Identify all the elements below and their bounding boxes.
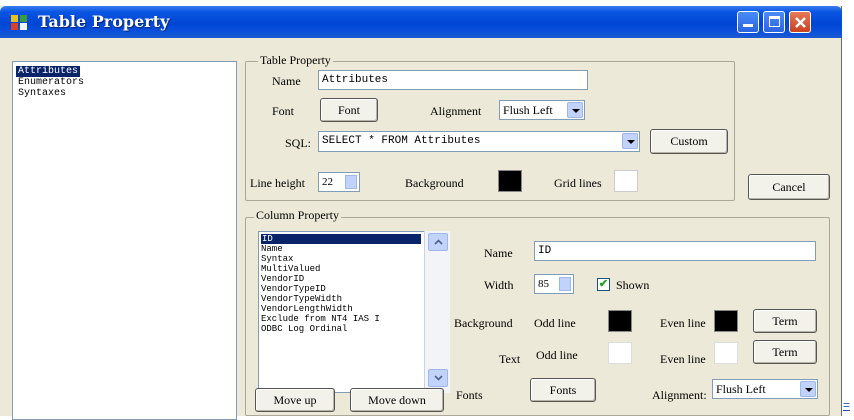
- table-alignment-select[interactable]: Flush Left: [499, 100, 585, 120]
- table-property-group-title: Table Property: [258, 53, 333, 68]
- close-button[interactable]: [789, 11, 811, 33]
- scroll-down-button[interactable]: [428, 369, 448, 387]
- table-list[interactable]: Attributes Enumerators Syntaxes: [12, 61, 237, 420]
- column-list-scrollbar[interactable]: [424, 231, 450, 393]
- fonts-label: Fonts: [456, 388, 483, 402]
- table-list-item[interactable]: Attributes: [16, 66, 81, 77]
- table-alignment-label: Alignment: [430, 104, 482, 118]
- minimize-icon: [743, 24, 753, 27]
- table-font-button[interactable]: Font: [320, 98, 378, 122]
- background-odd-line-label: Odd line: [534, 316, 576, 330]
- sql-combobox[interactable]: SELECT * FROM Attributes: [318, 131, 640, 152]
- column-property-group-title: Column Property: [254, 208, 341, 223]
- move-down-button[interactable]: Move down: [350, 388, 444, 412]
- table-list-item[interactable]: Enumerators: [16, 77, 86, 88]
- chevron-up-icon: [434, 239, 443, 245]
- spinner-arrows-icon[interactable]: [559, 277, 571, 291]
- column-list-item[interactable]: ID: [261, 234, 421, 244]
- text-even-line-label: Even line: [660, 352, 706, 366]
- column-list-item[interactable]: VendorLengthWidth: [261, 304, 353, 314]
- line-height-spinner[interactable]: 22: [318, 172, 360, 192]
- line-height-value: 22: [322, 176, 333, 188]
- column-background-label: Background: [454, 316, 513, 330]
- text-odd-line-label: Odd line: [536, 348, 578, 362]
- table-alignment-value: Flush Left: [503, 103, 553, 117]
- chevron-down-icon[interactable]: [567, 102, 583, 118]
- table-background-swatch[interactable]: [498, 170, 522, 192]
- text-odd-line-swatch[interactable]: [608, 342, 632, 364]
- cancel-button[interactable]: Cancel: [748, 174, 830, 200]
- custom-button[interactable]: Custom: [650, 129, 728, 154]
- column-list-item[interactable]: VendorID: [261, 274, 304, 284]
- move-up-button[interactable]: Move up: [255, 388, 335, 412]
- grid-lines-swatch[interactable]: [614, 170, 638, 192]
- column-list-item[interactable]: MultiValued: [261, 264, 320, 274]
- table-name-input[interactable]: Attributes: [318, 70, 588, 90]
- text-even-line-swatch[interactable]: [714, 342, 738, 364]
- spinner-arrows-icon[interactable]: [345, 175, 357, 189]
- table-property-window: Table Property Attributes Enumerators Sy…: [0, 6, 842, 420]
- shown-checkbox[interactable]: ✔: [597, 278, 610, 291]
- checkmark-icon: ✔: [598, 278, 609, 290]
- column-list-item[interactable]: ODBC Log Ordinal: [261, 324, 347, 334]
- column-width-label: Width: [484, 278, 514, 292]
- table-background-label: Background: [405, 176, 464, 190]
- background-even-line-swatch[interactable]: [714, 310, 738, 332]
- column-list[interactable]: ID Name Syntax MultiValued VendorID Vend…: [258, 231, 450, 393]
- chevron-down-icon: [434, 375, 443, 381]
- scroll-up-button[interactable]: [428, 233, 448, 251]
- column-alignment-value: Flush Left: [716, 382, 766, 396]
- column-list-item[interactable]: Name: [261, 244, 283, 254]
- chevron-down-icon[interactable]: [800, 381, 816, 397]
- shown-label: Shown: [616, 278, 650, 292]
- page-link[interactable]: =: [843, 398, 850, 412]
- line-height-label: Line height: [250, 176, 305, 190]
- maximize-button[interactable]: [763, 11, 785, 33]
- sql-label: SQL:: [285, 136, 312, 150]
- background-odd-line-swatch[interactable]: [608, 310, 632, 332]
- maximize-icon: [769, 16, 780, 27]
- column-name-label: Name: [484, 246, 513, 260]
- background-even-line-label: Even line: [660, 316, 706, 330]
- column-text-label: Text: [499, 352, 521, 366]
- minimize-button[interactable]: [737, 11, 759, 33]
- column-width-value: 85: [538, 278, 549, 290]
- column-list-item[interactable]: Syntax: [261, 254, 293, 264]
- table-name-label: Name: [272, 74, 301, 88]
- table-list-item[interactable]: Syntaxes: [16, 88, 68, 99]
- sql-value: SELECT * FROM Attributes: [322, 135, 481, 147]
- title-bar[interactable]: Table Property: [0, 6, 842, 38]
- column-list-item[interactable]: Exclude from NT4 IAS I: [261, 314, 380, 324]
- grid-lines-label: Grid lines: [554, 176, 602, 190]
- text-term-button[interactable]: Term: [753, 340, 817, 364]
- column-alignment-label: Alignment:: [652, 388, 707, 402]
- table-font-label: Font: [272, 104, 295, 118]
- column-alignment-select[interactable]: Flush Left: [712, 379, 818, 399]
- fonts-button[interactable]: Fonts: [530, 378, 596, 402]
- column-width-spinner[interactable]: 85: [534, 274, 574, 294]
- background-term-button[interactable]: Term: [753, 309, 817, 333]
- close-icon: [795, 17, 806, 28]
- app-icon: [11, 15, 27, 30]
- chevron-down-icon[interactable]: [622, 133, 638, 149]
- column-list-item[interactable]: VendorTypeID: [261, 284, 326, 294]
- column-list-item[interactable]: VendorTypeWidth: [261, 294, 342, 304]
- window-title: Table Property: [38, 12, 170, 31]
- column-name-input[interactable]: ID: [534, 241, 816, 261]
